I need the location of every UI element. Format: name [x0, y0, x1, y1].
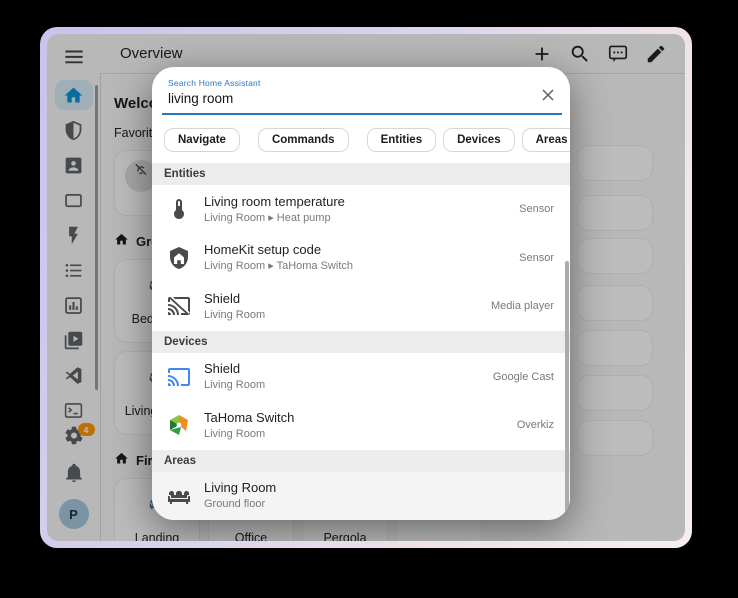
app-window: 4 P Overview Welcome Favorites Living Fi…: [40, 27, 692, 548]
result-subtitle: Ground floor: [204, 498, 266, 511]
shield-home-icon: [164, 246, 194, 270]
result-section-title-areas: Areas: [152, 449, 570, 472]
close-dialog-button[interactable]: [532, 82, 558, 108]
cast-off-icon: [164, 294, 194, 318]
search-underline: [162, 113, 562, 115]
search-input[interactable]: living room: [168, 91, 554, 115]
result-title: Shield: [204, 361, 241, 377]
result-title: Shield: [204, 290, 241, 306]
result-title: Living room temperature: [204, 193, 345, 209]
result-subtitle: Living Room ▸ TaHoma Switch: [204, 260, 353, 273]
filter-chip-areas[interactable]: Areas: [521, 128, 570, 152]
result-row-homekit-setup-code[interactable]: HomeKit setup code Living Room ▸ TaHoma S…: [152, 233, 570, 282]
result-row-shield[interactable]: Shield Living Room Media player: [152, 282, 570, 331]
result-text: Shield Living Room: [204, 361, 483, 392]
thermometer-icon: [164, 197, 194, 221]
result-title: TaHoma Switch: [204, 409, 295, 425]
search-dialog: Search Home Assistant living room Naviga…: [152, 67, 570, 520]
result-section-title-entities: Entities: [152, 163, 570, 185]
search-results: Entities Living room temperature Living Ro…: [152, 163, 570, 520]
result-text: Living Room Ground floor: [204, 480, 554, 511]
tahoma-icon: [164, 413, 194, 437]
result-subtitle: Living Room: [204, 308, 266, 321]
sofa-icon: [164, 484, 194, 508]
result-row-tahoma-switch[interactable]: TaHoma Switch Living Room Overkiz: [152, 401, 570, 450]
search-field[interactable]: Search Home Assistant living room: [152, 67, 570, 115]
result-text: HomeKit setup code Living Room ▸ TaHoma S…: [204, 242, 509, 273]
result-row-shield[interactable]: Shield Living Room Google Cast: [152, 352, 570, 401]
result-row-living-room[interactable]: Living Room Ground floor: [152, 471, 570, 520]
result-text: Living room temperature Living Room ▸ Hea…: [204, 194, 509, 225]
filter-chip-entities[interactable]: Entities: [366, 128, 437, 152]
result-meta: Google Cast: [492, 370, 554, 383]
home-assistant-window: 4 P Overview Welcome Favorites Living Fi…: [47, 34, 685, 541]
filter-chip-navigate[interactable]: Navigate: [164, 128, 240, 152]
result-meta: Media player: [491, 300, 554, 313]
result-title: Living Room: [204, 480, 277, 496]
result-subtitle: Living Room ▸ Heat pump: [204, 211, 331, 224]
result-subtitle: Living Room: [204, 427, 266, 440]
result-row-living-room-temperature[interactable]: Living room temperature Living Room ▸ Hea…: [152, 185, 570, 234]
result-subtitle: Living Room: [204, 379, 266, 392]
search-filter-chips: Navigate Commands Entities Devices Areas: [152, 115, 570, 163]
filter-chip-commands[interactable]: Commands: [257, 128, 349, 152]
result-section-title-devices: Devices: [152, 330, 570, 353]
result-text: Shield Living Room: [204, 291, 481, 322]
result-title: HomeKit setup code: [204, 242, 322, 258]
result-meta: Sensor: [519, 203, 554, 216]
filter-chip-devices[interactable]: Devices: [443, 128, 515, 152]
result-meta: Sensor: [519, 251, 554, 264]
close-icon: [532, 82, 558, 108]
screenshot-root: { "window": { "toolbar": { "title": "Ove…: [0, 0, 738, 598]
search-field-label: Search Home Assistant: [168, 78, 261, 88]
result-text: TaHoma Switch Living Room: [204, 410, 507, 441]
cast-icon: [164, 365, 194, 389]
result-meta: Overkiz: [516, 419, 554, 432]
dialog-scrollbar[interactable]: [565, 261, 569, 520]
